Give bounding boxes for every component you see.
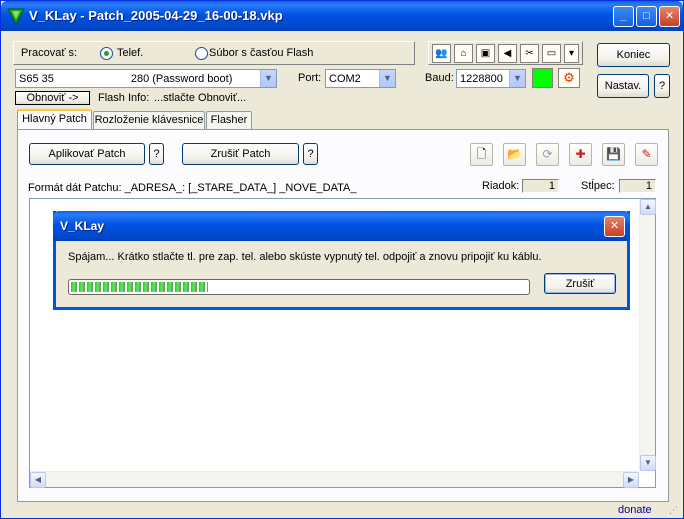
work-with-label: Pracovať s:	[21, 47, 78, 59]
dropdown-icon[interactable]: ▾	[564, 44, 579, 63]
connection-status-indicator	[532, 68, 553, 88]
open-folder-icon[interactable]: 📂	[503, 143, 526, 166]
save-as-icon[interactable]: ✎	[635, 143, 658, 166]
save-icon[interactable]: 💾	[602, 143, 625, 166]
window-title: V_KLay - Patch_2005-04-29_16-00-18.vkp	[29, 8, 283, 23]
add-folder-icon[interactable]: ✚	[569, 143, 592, 166]
speaker-icon[interactable]: ◀	[498, 44, 517, 63]
radio-phone-label: Telef.	[117, 47, 144, 59]
house-icon[interactable]: ⌂	[454, 44, 473, 63]
vertical-scrollbar[interactable]: ▲ ▼	[639, 199, 656, 471]
port-select-value: COM2	[329, 73, 361, 85]
cancel-patch-button[interactable]: Zrušiť Patch	[182, 143, 299, 165]
progress-fill	[71, 282, 208, 292]
chevron-down-icon: ▼	[260, 70, 276, 87]
dialog-close-button[interactable]: ✕	[604, 216, 625, 237]
scroll-up-icon[interactable]: ▲	[640, 199, 656, 215]
window-icon[interactable]: ▭	[542, 44, 561, 63]
chevron-down-icon: ▼	[379, 70, 395, 87]
port-label: Port:	[298, 72, 322, 84]
apply-patch-help-button[interactable]: ?	[149, 143, 164, 165]
settings-button[interactable]: Nastav.	[597, 74, 649, 98]
dialog-body: Spájam... Krátko stlačte tl. pre zap. te…	[56, 241, 627, 307]
donate-link[interactable]: donate	[618, 504, 652, 516]
flash-info-value: ...stlačte Obnoviť...	[154, 92, 247, 104]
dialog-cancel-button[interactable]: Zrušiť	[544, 273, 616, 294]
baud-select[interactable]: 1228800 ▼	[456, 69, 526, 88]
row-value: 1	[522, 179, 559, 193]
column-label: Stĺpec:	[581, 180, 615, 192]
close-window-button[interactable]: ✕	[659, 6, 680, 27]
port-select[interactable]: COM2 ▼	[325, 69, 396, 88]
radio-phone[interactable]	[100, 47, 113, 60]
baud-select-value: 1228800	[460, 73, 503, 85]
title-bar[interactable]: V_KLay - Patch_2005-04-29_16-00-18.vkp _…	[1, 1, 683, 31]
tab-keyboard-layout[interactable]: Rozloženie klávesnice	[93, 111, 205, 130]
status-bar: donate ⋰	[2, 502, 682, 518]
radio-flash-file-label: Súbor s časťou Flash	[209, 47, 314, 59]
cancel-patch-help-button[interactable]: ?	[303, 143, 318, 165]
connecting-dialog: V_KLay ✕ Spájam... Krátko stlačte tl. pr…	[53, 211, 630, 310]
column-value: 1	[619, 179, 656, 193]
tools-icon[interactable]: ✂	[520, 44, 539, 63]
dialog-title: V_KLay	[60, 219, 105, 233]
minimize-button[interactable]: _	[613, 6, 634, 27]
baud-label: Baud:	[425, 72, 454, 84]
dialog-title-bar[interactable]: V_KLay ✕	[53, 211, 630, 241]
maximize-button[interactable]: □	[636, 6, 657, 27]
tab-flasher[interactable]: Flasher	[206, 111, 252, 130]
refresh-button[interactable]: Obnoviť ->	[15, 91, 90, 105]
horizontal-scrollbar[interactable]: ◀ ▶	[30, 471, 639, 488]
connection-progress-bar	[68, 279, 530, 295]
phone-select-value: S65 35 280 (Password boot)	[19, 73, 233, 85]
tab-main-patch[interactable]: Hlavný Patch	[17, 109, 92, 130]
settings-help-button[interactable]: ?	[654, 74, 670, 98]
gear-icon[interactable]: ⚙	[558, 68, 580, 88]
row-label: Riadok:	[482, 180, 520, 192]
phone-select[interactable]: S65 35 280 (Password boot) ▼	[15, 69, 277, 88]
dialog-message: Spájam... Krátko stlačte tl. pre zap. te…	[68, 251, 542, 263]
new-file-icon[interactable]: 🗋	[470, 143, 493, 166]
chevron-down-icon: ▼	[509, 70, 525, 87]
scroll-left-icon[interactable]: ◀	[30, 472, 46, 488]
close-app-button[interactable]: Koniec	[597, 43, 670, 67]
radio-flash-file[interactable]	[195, 47, 208, 60]
scroll-right-icon[interactable]: ▶	[623, 472, 639, 488]
users-icon[interactable]: 👥	[432, 44, 451, 63]
app-logo-icon	[7, 8, 25, 25]
flash-info-label: Flash Info:	[98, 92, 150, 104]
resize-grip-icon[interactable]: ⋰	[669, 505, 678, 516]
scroll-down-icon[interactable]: ▼	[640, 455, 656, 471]
reload-icon[interactable]: ⟳	[536, 143, 559, 166]
certificate-icon[interactable]: ▣	[476, 44, 495, 63]
patch-format-label: Formát dát Patchu: _ADRESA_: [_STARE_DAT…	[28, 182, 357, 194]
main-window: V_KLay - Patch_2005-04-29_16-00-18.vkp _…	[0, 0, 684, 519]
apply-patch-button[interactable]: Aplikovať Patch	[29, 143, 145, 165]
